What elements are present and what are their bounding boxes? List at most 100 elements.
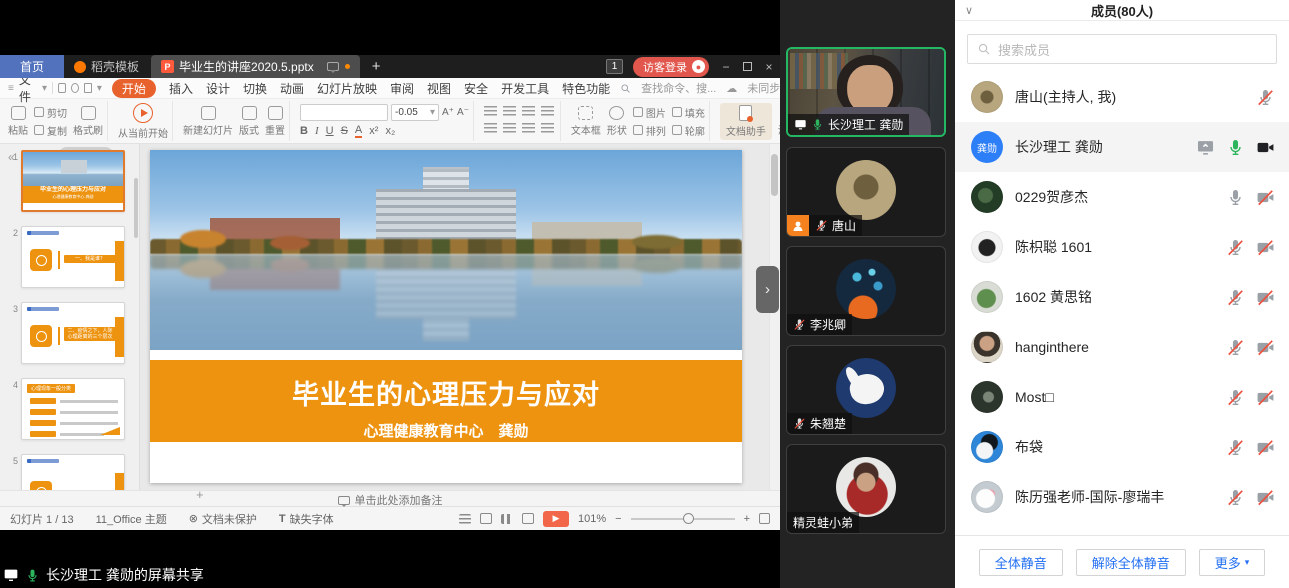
camera-on-icon[interactable] [1256,138,1275,157]
camera-off-icon[interactable] [1256,238,1275,257]
number-list-icon[interactable] [503,106,516,116]
theme-name[interactable]: 11_Office 主题 [96,511,167,527]
mute-all-button[interactable]: 全体静音 [979,549,1063,576]
ribbon-tab-features[interactable]: 特色功能 [562,80,610,97]
protect-status[interactable]: ⊗文档未保护 [189,511,257,527]
layout-button[interactable]: 版式 [239,106,259,137]
camera-off-icon[interactable] [1256,288,1275,307]
underline-button[interactable]: U [326,125,334,137]
video-tile-zhuqiaochu[interactable]: 朱翘楚 [786,345,946,435]
collapse-members-icon[interactable]: ∨ [965,4,973,17]
zoom-in-button[interactable]: + [744,513,750,525]
mic-muted-icon[interactable] [1226,388,1245,407]
print-icon[interactable] [71,83,79,93]
new-tab-button[interactable]: + [360,55,393,78]
maximize-button[interactable] [743,62,752,71]
reset-button[interactable]: 重置 [265,106,285,137]
increase-font-button[interactable]: A⁺ [442,107,454,118]
zoom-slider[interactable] [631,518,735,520]
undo-icon[interactable] [84,83,92,93]
member-row[interactable]: Most□ [955,372,1289,422]
zoom-out-button[interactable]: − [615,513,621,525]
view-slide-icon[interactable] [480,513,492,524]
ribbon-tab-devtools[interactable]: 开发工具 [501,80,549,97]
ribbon-tab-transition[interactable]: 切换 [243,80,267,97]
video-tile-gongxun[interactable]: 长沙理工 龚勋 [786,47,946,137]
pane-scrollbar[interactable] [134,178,138,238]
mic-on-icon[interactable] [1226,138,1245,157]
camera-off-icon[interactable] [1256,338,1275,357]
mic-muted-icon[interactable] [1226,438,1245,457]
text-box-button[interactable]: 文本框 [571,106,601,137]
outline-button[interactable]: 轮廓 [672,123,705,138]
decrease-font-button[interactable]: A⁻ [457,107,469,118]
current-slide[interactable]: 毕业生的心理压力与应对 心理健康教育中心 龚勋 [150,150,742,483]
ribbon-tab-insert[interactable]: 插入 [169,80,193,97]
superscript-button[interactable]: x² [369,125,378,137]
member-row[interactable]: 龚勋 长沙理工 龚勋 [955,122,1289,172]
video-tile-tangshan[interactable]: 唐山 [786,147,946,237]
outdent-icon[interactable] [522,106,535,116]
play-from-current-button[interactable]: 从当前开始 [118,103,168,140]
doc-assistant-button[interactable]: 文档助手 [720,103,772,140]
camera-off-icon[interactable] [1256,388,1275,407]
search-members-input[interactable]: 搜索成员 [967,34,1277,64]
cut-button[interactable]: 剪切 [34,105,67,120]
fullscreen-icon[interactable] [759,513,770,524]
ribbon-tab-view[interactable]: 视图 [427,80,451,97]
tab-docer-templates[interactable]: 稻壳模板 [64,55,149,78]
unmute-all-button[interactable]: 解除全体静音 [1076,549,1186,576]
screen-share-icon[interactable] [1196,138,1215,157]
align-right-icon[interactable] [522,123,535,133]
guest-login-button[interactable]: 访客登录● [633,57,709,77]
missing-font-status[interactable]: T缺失字体 [279,511,334,527]
strikethrough-button[interactable]: S [341,125,348,137]
fill-button[interactable]: 填充 [672,105,705,120]
quickbar-dropdown-icon[interactable]: ▾ [97,83,102,94]
ribbon-tab-slideshow[interactable]: 幻灯片放映 [317,80,377,97]
ribbon-tab-security[interactable]: 安全 [464,80,488,97]
mic-muted-icon[interactable] [1226,338,1245,357]
format-painter-button[interactable]: 格式刷 [73,106,103,137]
member-row[interactable]: 陈枳聪 1601 [955,222,1289,272]
sync-status[interactable]: 未同步 [747,80,780,96]
slide-thumbnail-3[interactable]: 二、疫情之下，人际心理距离的三个层次 [21,302,125,364]
member-row[interactable]: 陈历强老师-国际-廖瑞丰 [955,472,1289,522]
member-row[interactable]: 唐山(主持人, 我) [955,72,1289,122]
font-name-input[interactable] [300,104,388,121]
collapse-panel-handle[interactable]: › [756,266,779,313]
video-tile-lizhaoqing[interactable]: 李兆卿 [786,246,946,336]
minimize-button[interactable]: − [719,60,733,74]
bold-button[interactable]: B [300,125,308,137]
align-left-icon[interactable] [484,123,497,133]
indent-icon[interactable] [541,106,554,116]
camera-off-icon[interactable] [1256,188,1275,207]
mic-muted-icon[interactable] [1256,88,1275,107]
zoom-slider-knob[interactable] [683,513,694,524]
shape-button[interactable]: 形状 [607,106,627,137]
save-icon[interactable] [58,83,66,93]
slide-thumbnail-1[interactable]: 毕业生的心理压力与应对心理健康教育中心 龚勋 [21,150,125,212]
italic-button[interactable]: I [315,125,319,137]
mic-muted-icon[interactable] [1226,488,1245,507]
member-row[interactable]: 0229贺彦杰 [955,172,1289,222]
tab-wps-home[interactable]: 首页 [0,55,64,78]
ribbon-tab-review[interactable]: 审阅 [390,80,414,97]
member-row[interactable]: 布袋 [955,422,1289,472]
mic-muted-icon[interactable] [1226,288,1245,307]
mic-muted-icon[interactable] [1226,238,1245,257]
more-button[interactable]: 更多▾ [1199,549,1266,576]
arrange-button[interactable]: 排列 [633,123,666,138]
picture-button[interactable]: 图片 [633,105,666,120]
subscript-button[interactable]: x₂ [385,125,395,137]
notes-bar[interactable]: + 单击此处添加备注 [0,490,780,506]
ribbon-tab-animation[interactable]: 动画 [280,80,304,97]
ribbon-tab-home[interactable]: 开始 [112,79,156,98]
close-button[interactable]: × [762,60,776,74]
new-slide-button[interactable]: 新建幻灯片 [183,106,233,137]
tab-active-document[interactable]: P 毕业生的讲座2020.5.pptx [151,55,360,78]
view-read-icon[interactable] [522,513,534,524]
view-normal-icon[interactable] [459,514,471,524]
canvas-scrollbar[interactable] [769,144,780,490]
camera-off-icon[interactable] [1256,488,1275,507]
